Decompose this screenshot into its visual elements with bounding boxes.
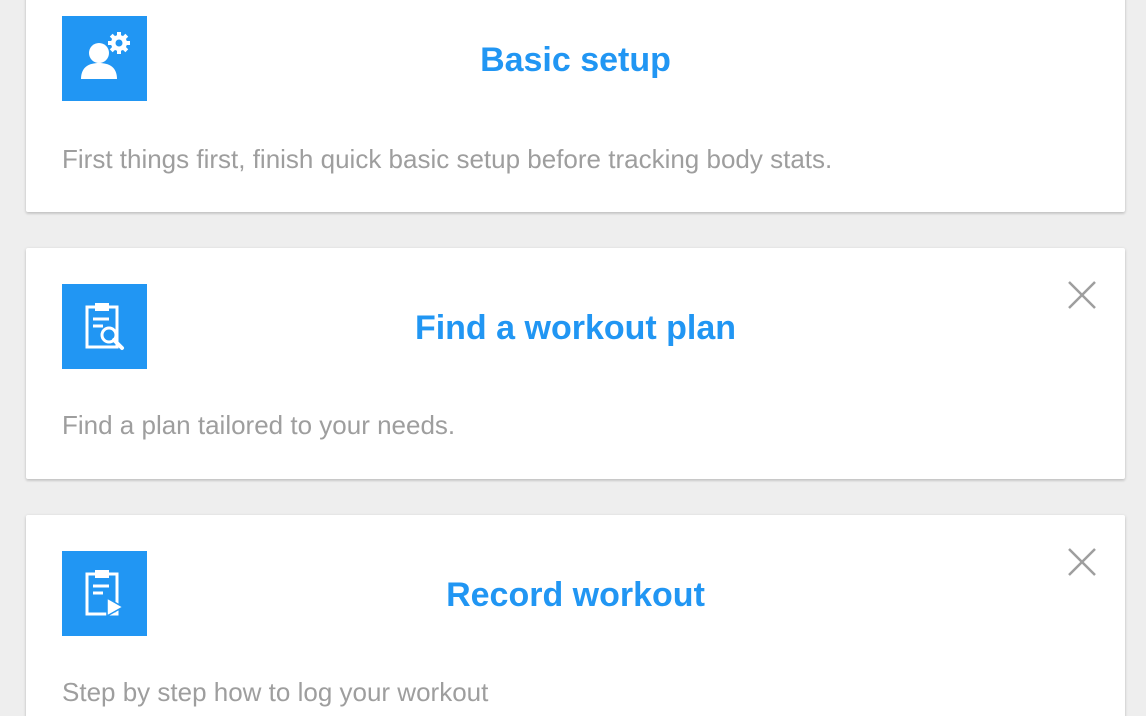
record-workout-card[interactable]: Record workout Step by step how to log y… [26, 515, 1125, 716]
basic-setup-card[interactable]: Basic setup First things first, finish q… [26, 0, 1125, 212]
user-settings-icon [62, 16, 147, 101]
clipboard-play-icon [62, 551, 147, 636]
clipboard-search-icon [62, 284, 147, 369]
close-icon [1068, 548, 1096, 576]
card-title: Find a workout plan [414, 309, 737, 347]
dismiss-button[interactable] [1065, 278, 1099, 312]
dismiss-button[interactable] [1065, 545, 1099, 579]
card-description: First things first, finish quick basic s… [62, 144, 833, 174]
card-description: Step by step how to log your workout [62, 677, 489, 707]
card-title: Basic setup [480, 41, 671, 79]
card-description: Find a plan tailored to your needs. [62, 410, 456, 440]
onboarding-card-list: Basic setup First things first, finish q… [0, 0, 1146, 716]
close-icon [1068, 281, 1096, 309]
find-workout-plan-card[interactable]: Find a workout plan Find a plan tailored… [26, 248, 1125, 479]
card-title: Record workout [446, 576, 705, 614]
